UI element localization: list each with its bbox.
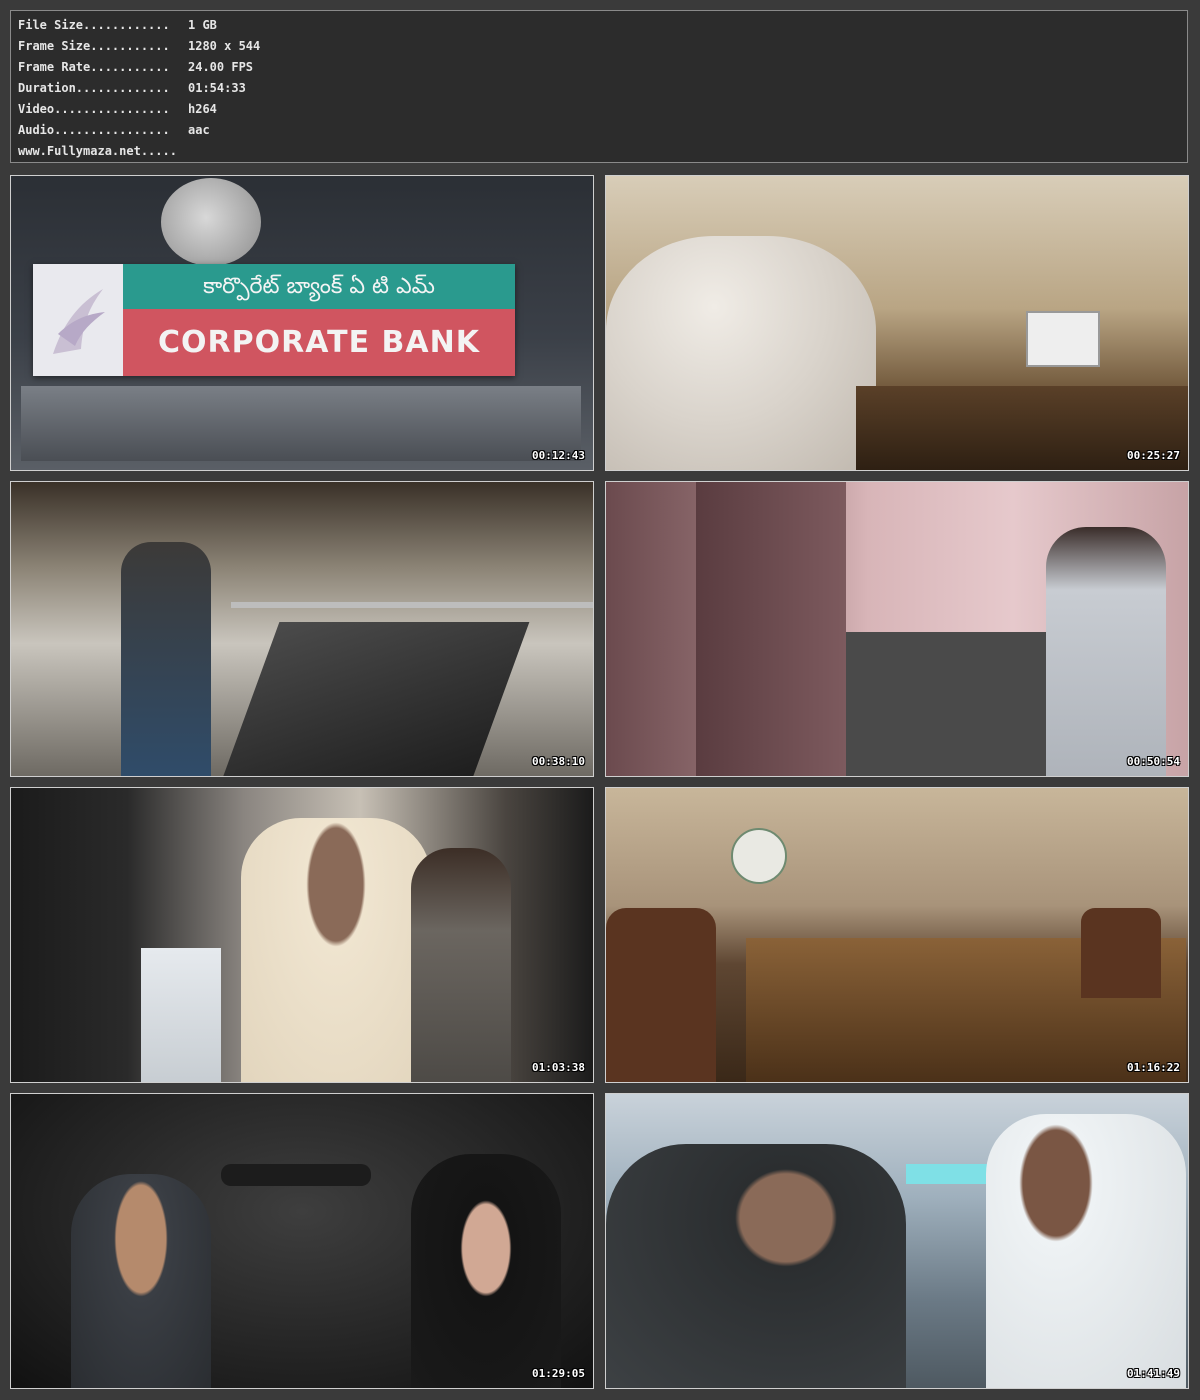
water-can	[141, 948, 221, 1082]
info-value: h264	[188, 102, 217, 116]
info-row-frame-size: Frame Size........... 1280 x 544	[18, 36, 1187, 57]
timestamp: 01:03:38	[532, 1061, 585, 1074]
info-key: Duration.............	[18, 81, 170, 95]
sign-telugu-text: కార్పొరేట్ బ్యాంక్ ఏ టి ఎమ్	[123, 264, 515, 309]
timestamp: 01:29:05	[532, 1367, 585, 1380]
man-in-white-cap	[986, 1114, 1186, 1388]
bank-logo	[33, 264, 123, 376]
leather-chair	[606, 908, 716, 1082]
timestamp: 01:41:49	[1127, 1367, 1180, 1380]
thumbnail-frame: 00:25:27	[605, 175, 1189, 471]
info-row-duration: Duration............. 01:54:33	[18, 78, 1187, 99]
info-footer-url: www.Fullymaza.net.....	[18, 144, 177, 158]
info-key: Audio................	[18, 123, 170, 137]
rearview-mirror	[221, 1164, 371, 1186]
bank-atm-sign: కార్పొరేట్ బ్యాంక్ ఏ టి ఎమ్ CORPORATE BA…	[33, 264, 515, 427]
man-in-shirt	[1046, 527, 1166, 776]
scene-ambulance	[606, 1094, 1188, 1388]
info-row-audio: Audio................ aac	[18, 120, 1187, 141]
timestamp: 00:12:43	[532, 449, 585, 462]
info-key: File Size............	[18, 18, 170, 32]
timestamp: 01:16:22	[1127, 1061, 1180, 1074]
thumbnail-frame: 00:38:10	[10, 481, 594, 777]
info-row-video: Video................ h264	[18, 99, 1187, 120]
thumbnail-frame: కార్పొరేట్ బ్యాంక్ ఏ టి ఎమ్ CORPORATE BA…	[10, 175, 594, 471]
info-key: Frame Rate...........	[18, 60, 170, 74]
scene-doorway	[11, 788, 593, 1082]
man-in-checked-shirt	[121, 542, 211, 776]
railing	[231, 602, 593, 608]
scene-boardroom	[606, 788, 1188, 1082]
scene-mall	[11, 482, 593, 776]
info-value: 01:54:33	[188, 81, 246, 95]
timestamp: 00:38:10	[532, 755, 585, 768]
info-value: 24.00 FPS	[188, 60, 254, 74]
thumbnail-frame: 01:03:38	[10, 787, 594, 1083]
info-row-file-size: File Size............ 1 GB	[18, 15, 1187, 36]
man-in-white	[606, 236, 876, 470]
scene-atm-sign: కార్పొరేట్ బ్యాంక్ ఏ టి ఎమ్ CORPORATE BA…	[11, 176, 593, 470]
thumbnail-frame: 01:16:22	[605, 787, 1189, 1083]
info-key: Frame Size...........	[18, 39, 170, 53]
scene-car-interior	[11, 1094, 593, 1388]
man-in-jacket	[606, 1144, 906, 1388]
leather-chair	[1081, 908, 1161, 998]
info-value: aac	[188, 123, 210, 137]
emblem	[731, 828, 787, 884]
timestamp: 00:50:54	[1127, 755, 1180, 768]
media-info-panel: File Size............ 1 GB Frame Size....…	[10, 10, 1188, 163]
scene-office-corridor	[606, 482, 1188, 776]
man-with-phone	[241, 818, 431, 1082]
door	[696, 482, 846, 776]
timestamp: 00:25:27	[1127, 449, 1180, 462]
info-value: 1 GB	[188, 18, 217, 32]
info-key: Video................	[18, 102, 170, 116]
escalator	[222, 622, 530, 776]
building-facade	[21, 386, 581, 461]
info-row-frame-rate: Frame Rate........... 24.00 FPS	[18, 57, 1187, 78]
thumbnail-frame: 00:50:54	[605, 481, 1189, 777]
counter	[846, 632, 1046, 776]
thumbnail-frame: 01:29:05	[10, 1093, 594, 1389]
thumbnail-frame: 01:41:49	[605, 1093, 1189, 1389]
scene-conference-room	[606, 176, 1188, 470]
satellite-dish	[161, 178, 261, 266]
woman-in-car	[411, 1154, 561, 1388]
projector-screen	[1026, 311, 1100, 367]
info-value: 1280 x 544	[188, 39, 261, 53]
man-in-background	[411, 848, 511, 1082]
sign-english-text: CORPORATE BANK ATM	[123, 309, 515, 427]
man-in-car	[71, 1174, 211, 1388]
